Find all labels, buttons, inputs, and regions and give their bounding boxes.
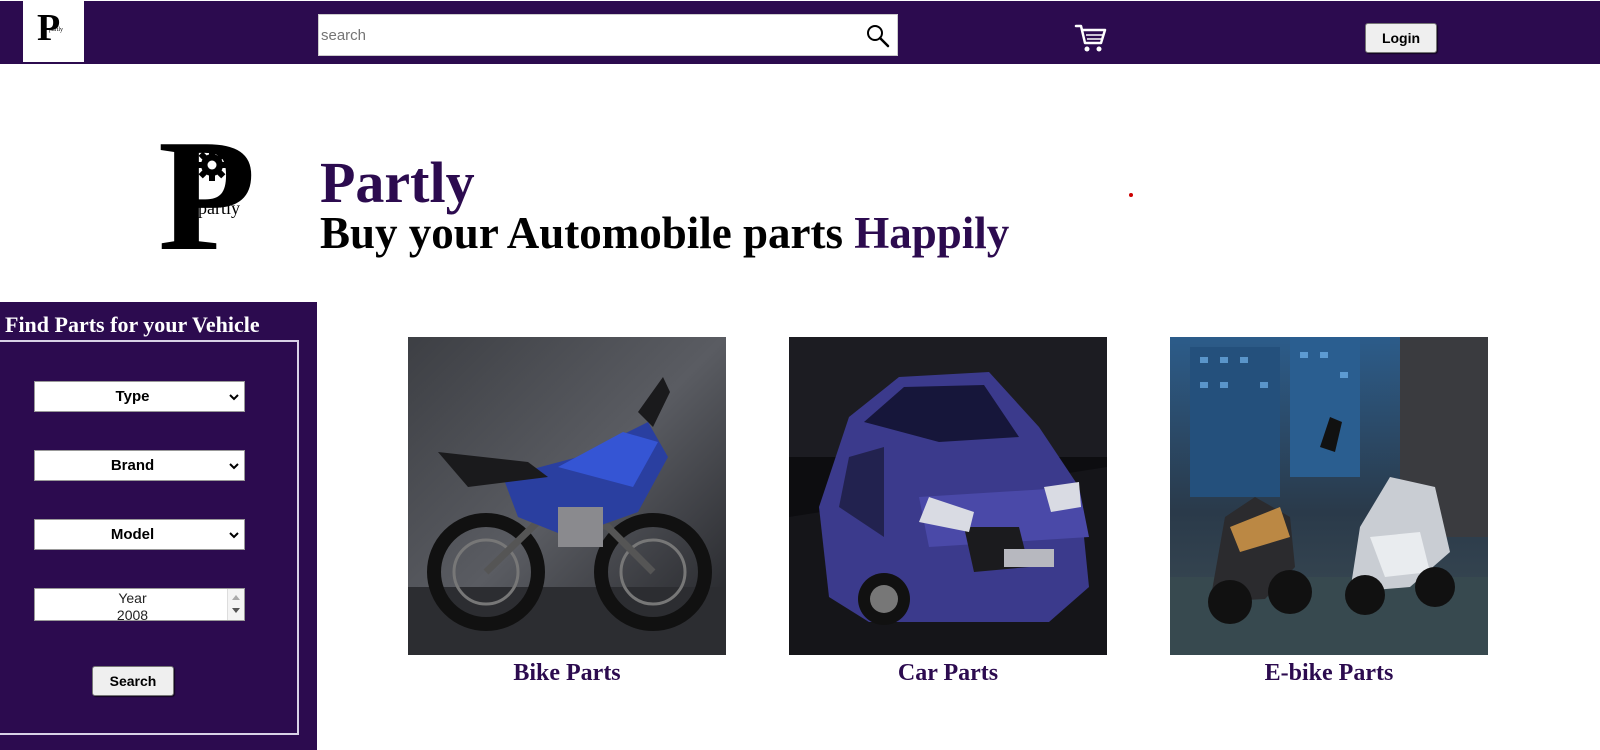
chevron-down-icon xyxy=(229,394,239,401)
finder-form: Type Brand Model Year 2008 Search xyxy=(0,340,299,735)
parts-finder-panel: Find Parts for your Vehicle Type Brand M… xyxy=(0,302,317,750)
spinner-up-icon[interactable] xyxy=(232,595,240,600)
year-label: Year xyxy=(118,590,147,606)
category-label-car[interactable]: Car Parts xyxy=(789,657,1107,689)
type-select-value: Type xyxy=(115,388,150,405)
year-spinner[interactable] xyxy=(227,589,244,620)
type-select[interactable]: Type xyxy=(34,381,245,412)
top-nav-bar: P partly Login xyxy=(0,1,1600,64)
gear-icon xyxy=(196,149,228,181)
hero-logo: P partly xyxy=(158,115,258,275)
model-select-value: Model xyxy=(110,526,155,543)
search-bar xyxy=(318,14,898,56)
category-label-ebike[interactable]: E-bike Parts xyxy=(1170,657,1488,689)
nav-logo[interactable]: P partly xyxy=(21,1,84,64)
search-input[interactable] xyxy=(319,15,843,55)
finder-search-button[interactable]: Search xyxy=(92,666,174,696)
finder-title: Find Parts for your Vehicle xyxy=(5,312,260,337)
login-button[interactable]: Login xyxy=(1365,23,1437,53)
brand-select[interactable]: Brand xyxy=(34,450,245,481)
tagline-accent: Happily xyxy=(854,208,1010,258)
chevron-down-icon xyxy=(229,532,239,539)
decorative-dot xyxy=(1129,193,1133,197)
category-label-bike[interactable]: Bike Parts xyxy=(408,657,726,689)
category-card-bike[interactable]: Bike Parts xyxy=(408,337,726,697)
car-image xyxy=(789,337,1107,655)
year-value: 2008 xyxy=(116,607,149,621)
hero-logo-letter: P xyxy=(158,106,256,284)
spinner-down-icon[interactable] xyxy=(232,608,240,613)
category-card-ebike[interactable]: E-bike Parts xyxy=(1170,337,1488,697)
hero-tagline: Buy your Automobile parts Happily xyxy=(320,207,1009,259)
tagline-main: Buy your Automobile parts xyxy=(320,208,855,258)
electric-scooters-image xyxy=(1170,337,1488,655)
chevron-down-icon xyxy=(229,463,239,470)
search-icon[interactable] xyxy=(865,23,891,49)
model-select[interactable]: Model xyxy=(34,519,245,550)
year-input[interactable]: Year 2008 xyxy=(34,588,245,621)
motorcycle-image xyxy=(408,337,726,655)
hero-logo-text: partly xyxy=(198,198,240,218)
brand-select-value: Brand xyxy=(110,457,155,474)
category-card-car[interactable]: Car Parts xyxy=(789,337,1107,697)
nav-logo-text: partly xyxy=(49,27,63,33)
cart-icon[interactable] xyxy=(1074,21,1108,55)
